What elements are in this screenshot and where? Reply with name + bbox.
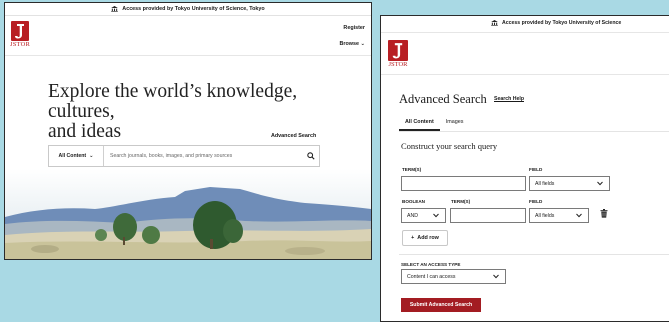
section-divider: [399, 254, 669, 255]
scope-selected-value: All Content: [58, 153, 87, 159]
access-banner: Access provided by Tokyo University of S…: [5, 3, 371, 16]
search-input[interactable]: Search journals, books, images, and prim…: [104, 153, 303, 159]
content-tabs: All Content Images: [399, 117, 669, 132]
field-label: FIELD: [529, 199, 543, 204]
institution-icon: [111, 6, 119, 12]
access-text: Access provided by Tokyo University of S…: [502, 20, 622, 26]
access-type-value: Content I can access: [407, 273, 456, 280]
institution-icon: [491, 20, 498, 26]
field-select-value: All fields: [535, 212, 555, 219]
hero-title-line-2: and ideas: [48, 121, 122, 142]
query-builder-heading: Construct your search query: [401, 141, 498, 151]
term-label: TERM(S): [451, 199, 471, 204]
register-link[interactable]: Register: [343, 25, 365, 31]
boolean-label: BOOLEAN: [402, 199, 425, 204]
header-divider: [5, 55, 371, 56]
chevron-down-icon: [493, 274, 499, 281]
jstor-logo[interactable]: JSTOR: [9, 21, 31, 48]
boolean-select-value: AND: [407, 212, 418, 219]
field-select-2[interactable]: All fields: [529, 208, 589, 223]
chevron-down-icon: ⌄: [360, 41, 365, 47]
browse-menu[interactable]: Browse ⌄: [339, 41, 365, 47]
hero-title: Explore the world’s knowledge, cultures,…: [48, 82, 368, 142]
banner-divider: [381, 32, 669, 33]
browse-label: Browse: [339, 41, 359, 47]
advanced-search-link[interactable]: Advanced Search: [271, 133, 316, 139]
jstor-logo-mark: [11, 21, 29, 41]
header-divider: [381, 74, 669, 75]
tab-images[interactable]: Images: [440, 117, 470, 131]
tab-all-content[interactable]: All Content: [399, 117, 440, 131]
jstor-advanced-search-screenshot: Access provided by Tokyo University of S…: [380, 15, 669, 322]
term-input-1[interactable]: [401, 176, 526, 191]
search-help-link[interactable]: Search Help: [494, 96, 524, 102]
add-row-button[interactable]: + Add row: [402, 230, 448, 246]
submit-advanced-search-button[interactable]: Submit Advanced Search: [401, 298, 481, 312]
hero-title-line-1: Explore the world’s knowledge, cultures,: [48, 81, 298, 122]
field-select-1[interactable]: All fields: [529, 176, 610, 191]
landscape-painting: [5, 169, 371, 259]
content-scope-dropdown[interactable]: All Content ⌄: [49, 146, 104, 166]
access-banner: Access provided by Tokyo University of S…: [491, 20, 669, 26]
field-select-value: All fields: [535, 180, 555, 187]
chevron-down-icon: [576, 213, 582, 220]
jstor-logo[interactable]: JSTOR: [387, 40, 409, 68]
plus-icon: +: [411, 235, 415, 241]
page-title: Advanced Search: [399, 92, 487, 106]
search-bar: All Content ⌄ Search journals, books, im…: [48, 145, 320, 167]
access-type-select[interactable]: Content I can access: [401, 269, 506, 284]
term-label: TERM(S): [402, 167, 422, 172]
jstor-wordmark: JSTOR: [9, 41, 31, 48]
boolean-select[interactable]: AND: [401, 208, 446, 223]
jstor-wordmark: JSTOR: [388, 61, 408, 68]
add-row-label: Add row: [417, 235, 439, 241]
chevron-down-icon: [597, 181, 603, 188]
chevron-down-icon: ⌄: [89, 153, 94, 159]
term-input-2[interactable]: [450, 208, 526, 223]
trash-icon[interactable]: [600, 209, 608, 218]
access-text: Access provided by Tokyo University of S…: [122, 6, 265, 12]
access-type-label: SELECT AN ACCESS TYPE: [401, 262, 461, 267]
chevron-down-icon: [433, 213, 439, 220]
search-icon[interactable]: [303, 152, 319, 160]
field-label: FIELD: [529, 167, 543, 172]
jstor-home-screenshot: Access provided by Tokyo University of S…: [4, 2, 372, 260]
jstor-logo-mark: [388, 40, 408, 61]
